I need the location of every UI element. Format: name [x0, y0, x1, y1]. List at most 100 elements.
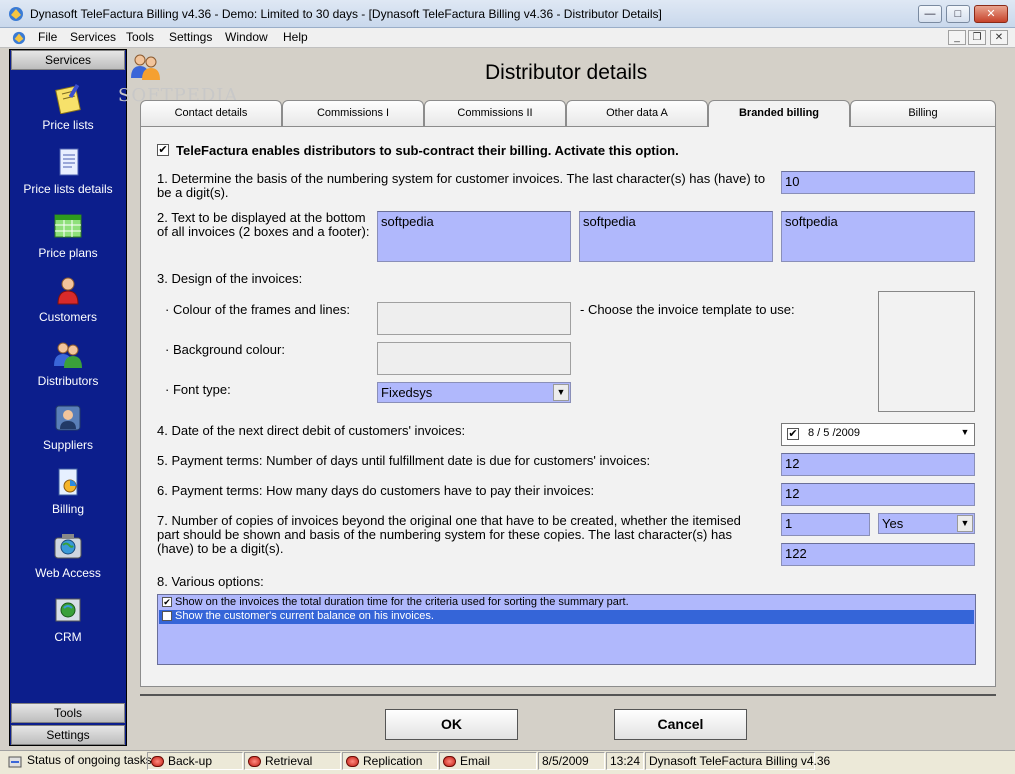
fulfillment-days-input[interactable]: 12 — [781, 453, 975, 476]
menu-settings[interactable]: Settings — [169, 30, 212, 44]
direct-debit-date-value: 8 / 5 /2009 — [808, 427, 860, 439]
numbering-basis-input[interactable]: 10 — [781, 171, 975, 194]
globe-icon — [54, 534, 82, 559]
billing-icon — [58, 468, 78, 496]
sidebar-item-label: Price lists — [42, 118, 94, 132]
sidebar-header-services[interactable]: Services — [11, 50, 125, 70]
sidebar-item-price-lists[interactable]: Price lists — [10, 82, 126, 132]
frames-colour-picker[interactable] — [377, 302, 571, 335]
sidebar-item-distributors[interactable]: Distributors — [10, 338, 126, 388]
separator — [140, 694, 996, 696]
chevron-down-icon[interactable]: ▼ — [553, 384, 569, 401]
chevron-down-icon[interactable]: ▼ — [957, 515, 973, 532]
sidebar-item-web-access[interactable]: Web Access — [10, 530, 126, 580]
cancel-button[interactable]: Cancel — [614, 709, 747, 740]
background-colour-picker[interactable] — [377, 342, 571, 375]
option-checkbox[interactable]: ✔ — [162, 597, 172, 607]
menu-services[interactable]: Services — [70, 30, 116, 44]
payment-days-input[interactable]: 12 — [781, 483, 975, 506]
mdi-minimize-button[interactable]: _ — [948, 30, 966, 45]
sidebar-item-crm[interactable]: CRM — [10, 594, 126, 644]
invoice-template-preview[interactable] — [878, 291, 975, 412]
minimize-button[interactable]: — — [918, 5, 942, 23]
menu-file[interactable]: File — [38, 30, 57, 44]
ok-button[interactable]: OK — [385, 709, 518, 740]
various-options-list[interactable]: ✔ Show on the invoices the total duratio… — [157, 594, 976, 665]
footer-box-1-input[interactable]: softpedia — [377, 211, 571, 262]
status-task-label: Replication — [363, 754, 423, 768]
maximize-button[interactable]: □ — [946, 5, 970, 23]
tab-branded-billing[interactable]: Branded billing — [708, 100, 850, 127]
direct-debit-date-picker[interactable]: ✔ 8 / 5 /2009 ▼ — [781, 423, 975, 446]
fulfillment-days-label: 5. Payment terms: Number of days until f… — [157, 453, 651, 468]
status-task-replication[interactable]: Replication — [342, 752, 438, 770]
mdi-app-icon[interactable] — [12, 31, 26, 45]
sidebar-header-tools[interactable]: Tools — [11, 703, 125, 723]
app-logo-icon — [9, 7, 23, 21]
font-type-value: Fixedsys — [381, 385, 433, 400]
status-time: 13:24 — [606, 752, 644, 770]
copies-numbering-input[interactable]: 122 — [781, 543, 975, 566]
red-status-light-icon — [443, 756, 456, 767]
footer-text-label: 2. Text to be displayed at the bottom of… — [157, 210, 370, 239]
status-bar: Status of ongoing tasks: Back-up Retriev… — [0, 750, 1015, 774]
sidebar-item-label: Billing — [51, 502, 84, 516]
sidebar-header-settings[interactable]: Settings — [11, 725, 125, 745]
sidebar-item-billing[interactable]: Billing — [10, 466, 126, 516]
mdi-close-button[interactable]: ✕ — [990, 30, 1008, 45]
menu-bar: File Services Tools Settings Window Help… — [0, 28, 1015, 48]
sidebar-item-label: Suppliers — [42, 438, 94, 452]
itemised-part-select[interactable]: Yes ▼ — [878, 513, 975, 534]
status-task-backup[interactable]: Back-up — [147, 752, 243, 770]
close-button[interactable]: ✕ — [974, 5, 1008, 23]
footer-box-2-input[interactable]: softpedia — [579, 211, 773, 262]
list-item[interactable]: ✔ Show on the invoices the total duratio… — [159, 596, 974, 610]
direct-debit-date-label: 4. Date of the next direct debit of cust… — [157, 423, 466, 438]
direct-debit-date-checkbox[interactable]: ✔ — [787, 428, 799, 440]
activate-checkbox[interactable]: ✔ — [157, 144, 169, 156]
tab-billing[interactable]: Billing — [850, 100, 996, 126]
option-label: Show on the invoices the total duration … — [175, 596, 629, 608]
invoice-design-label: 3. Design of the invoices: — [157, 271, 303, 286]
tab-contact-details[interactable]: Contact details — [140, 100, 282, 126]
sidebar-item-label: Price plans — [38, 246, 98, 260]
status-task-label: Retrieval — [265, 754, 313, 768]
activate-label: TeleFactura enables distributors to sub-… — [176, 143, 679, 158]
footer-text-input[interactable]: softpedia — [781, 211, 975, 262]
invoice-copies-input[interactable]: 1 — [781, 513, 870, 536]
option-label: Show the customer's current balance on h… — [175, 610, 434, 622]
menu-window[interactable]: Window — [225, 30, 268, 44]
red-status-light-icon — [346, 756, 359, 767]
menu-tools[interactable]: Tools — [126, 30, 154, 44]
font-type-select[interactable]: Fixedsys ▼ — [377, 382, 571, 403]
tab-commissions-i[interactable]: Commissions I — [282, 100, 424, 126]
background-colour-label: · Background colour: — [165, 342, 285, 357]
status-task-label: Back-up — [168, 754, 213, 768]
font-type-label: · Font type: — [165, 382, 231, 397]
list-item[interactable]: ✔ Show the customer's current balance on… — [159, 610, 974, 624]
title-bar: Dynasoft TeleFactura Billing v4.36 - Dem… — [0, 0, 1015, 28]
status-task-retrieval[interactable]: Retrieval — [244, 752, 341, 770]
tab-other-data-a[interactable]: Other data A — [566, 100, 708, 126]
status-date: 8/5/2009 — [538, 752, 605, 770]
sidebar-item-suppliers[interactable]: Suppliers — [10, 402, 126, 452]
various-options-label: 8. Various options: — [157, 574, 264, 589]
tab-commissions-ii[interactable]: Commissions II — [424, 100, 566, 126]
people-icon — [54, 342, 82, 368]
sidebar-item-customers[interactable]: Customers — [10, 274, 126, 324]
crm-icon — [55, 598, 81, 622]
chevron-down-icon[interactable]: ▼ — [957, 425, 973, 444]
notepad-icon — [55, 83, 81, 114]
status-task-email[interactable]: Email — [439, 752, 537, 770]
spreadsheet-icon — [54, 214, 82, 238]
menu-help[interactable]: Help — [283, 30, 308, 44]
frames-colour-label: · Colour of the frames and lines: — [165, 302, 350, 317]
itemised-part-value: Yes — [882, 516, 904, 531]
option-checkbox[interactable]: ✔ — [162, 611, 172, 621]
mdi-restore-button[interactable]: ❐ — [968, 30, 986, 45]
page-title: Distributor details — [485, 61, 648, 84]
sidebar-item-price-lists-details[interactable]: Price lists details — [10, 146, 126, 196]
sidebar-item-price-plans[interactable]: Price plans — [10, 210, 126, 260]
status-app-name: Dynasoft TeleFactura Billing v4.36 — [645, 752, 830, 770]
status-task-label: Email — [460, 754, 491, 768]
